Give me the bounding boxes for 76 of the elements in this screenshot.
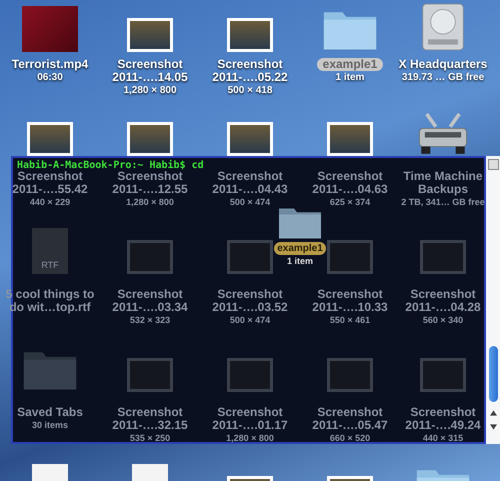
file-name[interactable]: Time Machine bbox=[403, 170, 483, 183]
screenshot-thumbnail-icon[interactable] bbox=[127, 240, 173, 274]
file-info: 1 item bbox=[336, 71, 364, 84]
screenshot-thumbnail-icon[interactable] bbox=[227, 122, 273, 156]
file-name[interactable]: Screenshot bbox=[410, 288, 476, 301]
scroll-down-icon[interactable] bbox=[490, 424, 496, 430]
screenshot-thumbnail-icon[interactable] bbox=[227, 358, 273, 392]
screenshot-thumbnail-icon[interactable] bbox=[327, 240, 373, 274]
scroll-thumb[interactable] bbox=[488, 346, 498, 402]
file-info: 06:30 bbox=[37, 71, 63, 84]
screenshot-thumbnail-icon[interactable] bbox=[327, 122, 373, 156]
scrollbar[interactable] bbox=[486, 156, 500, 444]
screenshot-thumbnail-icon[interactable] bbox=[227, 18, 273, 52]
file-name[interactable]: Screenshot bbox=[410, 406, 476, 419]
file-info: 1,280 × 800 bbox=[126, 196, 174, 209]
file-name[interactable]: 2011-….12.55 bbox=[112, 183, 188, 196]
file-info: 550 × 461 bbox=[330, 314, 370, 327]
file-name[interactable]: 2011-….03.52 bbox=[212, 301, 288, 314]
file-name[interactable]: Screenshot bbox=[117, 170, 183, 183]
file-info: 500 × 474 bbox=[230, 314, 270, 327]
scroll-handle-icon[interactable] bbox=[488, 159, 498, 170]
file-name[interactable]: 2011-….32.15 bbox=[112, 419, 188, 432]
file-name[interactable]: Screenshot bbox=[217, 406, 283, 419]
rtf-document-icon[interactable]: RTF bbox=[32, 228, 68, 274]
file-name[interactable]: X Headquarters bbox=[398, 58, 488, 71]
file-info: 560 × 340 bbox=[422, 314, 464, 327]
screenshot-thumbnail-icon[interactable] bbox=[327, 358, 373, 392]
file-info: 625 × 374 bbox=[330, 196, 370, 209]
screenshot-thumbnail-icon[interactable] bbox=[127, 122, 173, 156]
file-info: 532 × 323 bbox=[130, 314, 170, 327]
scroll-up-icon[interactable] bbox=[490, 410, 496, 416]
file-info: 440 × 315 bbox=[422, 432, 464, 445]
file-name[interactable]: 2011-….10.33 bbox=[312, 301, 388, 314]
file-name[interactable]: 2011-….03.34 bbox=[112, 301, 188, 314]
hard-drive-icon[interactable] bbox=[421, 2, 465, 52]
file-info: 660 × 520 bbox=[330, 432, 370, 445]
video-thumbnail-icon[interactable] bbox=[22, 6, 78, 52]
file-name[interactable]: Screenshot bbox=[217, 170, 283, 183]
file-name[interactable]: 2011-….04.28 bbox=[405, 301, 481, 314]
screenshot-thumbnail-icon[interactable] bbox=[27, 122, 73, 156]
file-name[interactable]: Screenshot bbox=[117, 58, 183, 71]
screenshot-thumbnail-icon[interactable] bbox=[420, 240, 466, 274]
file-info: 440 × 229 bbox=[30, 196, 70, 209]
screenshot-thumbnail-icon[interactable] bbox=[227, 240, 273, 274]
file-info: 500 × 474 bbox=[230, 196, 270, 209]
file-name[interactable]: 2011-….04.43 bbox=[212, 183, 288, 196]
file-name[interactable]: Screenshot bbox=[217, 58, 283, 71]
file-name[interactable]: 2011-….04.63 bbox=[312, 183, 388, 196]
screenshot-thumbnail-icon[interactable] bbox=[127, 18, 173, 52]
file-info: 1,280 × 800 bbox=[226, 432, 274, 445]
file-name[interactable]: Terrorist.mp4 bbox=[12, 58, 88, 71]
file-name[interactable]: Screenshot bbox=[217, 288, 283, 301]
screenshot-thumbnail-icon[interactable] bbox=[420, 358, 466, 392]
file-name[interactable]: 2011-….01.17 bbox=[212, 419, 288, 432]
file-name[interactable]: Screenshot bbox=[317, 406, 383, 419]
file-info: 30 items bbox=[32, 419, 68, 432]
file-name[interactable]: 2011-….05.47 bbox=[312, 419, 388, 432]
file-info: 1 item bbox=[286, 255, 313, 267]
file-name[interactable]: example1 bbox=[274, 242, 326, 255]
file-info: 1,280 × 800 bbox=[123, 84, 177, 97]
file-name[interactable]: Saved Tabs bbox=[17, 406, 83, 419]
terminal-prompt: Habib-A-MacBook-Pro:~ Habib$ cd bbox=[17, 160, 205, 171]
file-name[interactable]: 2011-….49.24 bbox=[405, 419, 481, 432]
file-name[interactable]: 2011-….14.05 bbox=[112, 71, 188, 84]
file-info: 319.73 … GB free bbox=[402, 71, 484, 84]
file-name[interactable]: Screenshot bbox=[317, 170, 383, 183]
file-name[interactable]: Backups bbox=[418, 183, 468, 196]
file-info: 535 × 250 bbox=[130, 432, 170, 445]
file-name[interactable]: Screenshot bbox=[117, 288, 183, 301]
file-name[interactable]: example1 bbox=[316, 58, 384, 71]
file-name[interactable]: Screenshot bbox=[17, 170, 83, 183]
file-name[interactable]: Screenshot bbox=[117, 406, 183, 419]
screenshot-thumbnail-icon[interactable] bbox=[127, 358, 173, 392]
file-name[interactable]: Screenshot bbox=[317, 288, 383, 301]
file-name[interactable]: 2011-….05.22 bbox=[212, 71, 288, 84]
file-info: 500 × 418 bbox=[228, 84, 272, 97]
